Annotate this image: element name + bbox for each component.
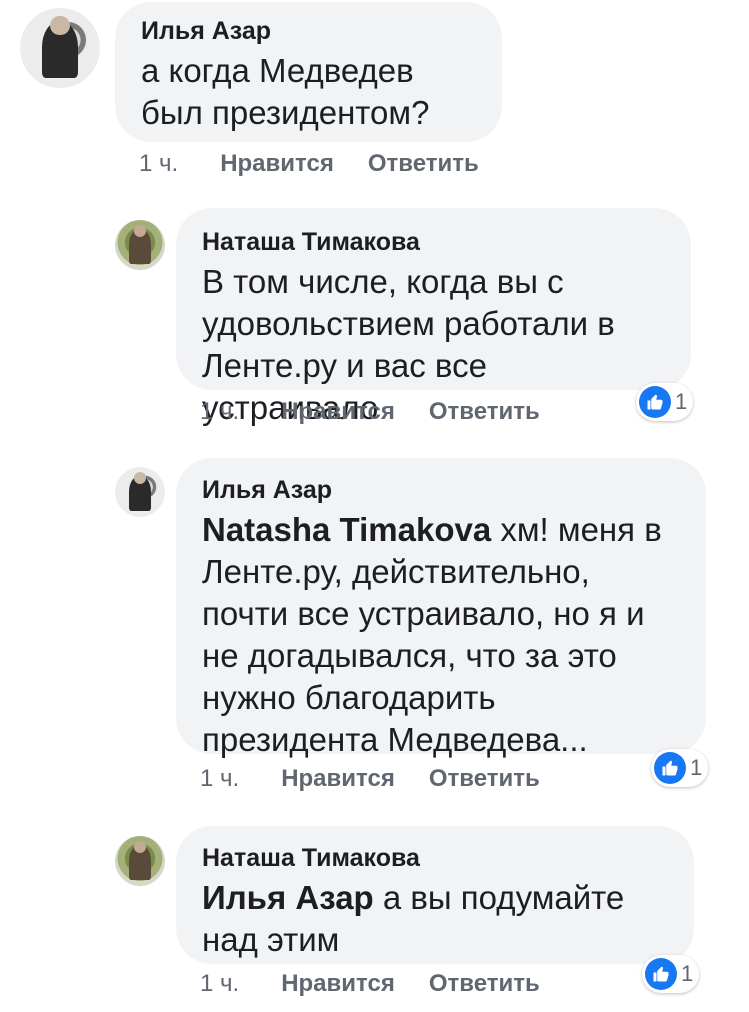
mention-link[interactable]: Natasha Timakova xyxy=(202,511,491,548)
comment-author[interactable]: Наташа Тимакова xyxy=(202,844,668,873)
like-button[interactable]: Нравится xyxy=(281,765,395,792)
reply-button[interactable]: Ответить xyxy=(429,398,540,425)
reaction-count: 1 xyxy=(690,755,703,780)
reaction-count-badge[interactable]: 1 xyxy=(651,749,709,787)
comment-text: Илья Азар а вы подумайте над этим xyxy=(202,879,625,958)
comment-actions: 1 ч. Нравится Ответить xyxy=(200,970,574,998)
like-button[interactable]: Нравится xyxy=(220,150,334,177)
comment-author[interactable]: Илья Азар xyxy=(141,17,476,46)
comment-text: а когда Медведев был президентом? xyxy=(141,52,430,131)
comment-text: Natasha Timakova хм! меня в Ленте.ру, де… xyxy=(202,511,662,758)
comment-timestamp[interactable]: 1 ч. xyxy=(200,970,239,997)
reply-button[interactable]: Ответить xyxy=(429,970,540,997)
comment-author[interactable]: Илья Азар xyxy=(202,476,680,505)
like-button[interactable]: Нравится xyxy=(281,398,395,425)
comment-actions: 1 ч. Нравится Ответить xyxy=(139,150,513,178)
avatar[interactable] xyxy=(20,8,100,88)
mention-link[interactable]: Илья Азар xyxy=(202,879,374,916)
comment-actions: 1 ч. Нравится Ответить xyxy=(200,765,574,793)
comment-actions: 1 ч. Нравится Ответить xyxy=(200,398,574,426)
comment-bubble: Илья Азар Natasha Timakova хм! меня в Ле… xyxy=(176,458,706,758)
thumbs-up-icon xyxy=(645,958,677,990)
reaction-count-badge[interactable]: 1 xyxy=(642,955,700,993)
comment-timestamp[interactable]: 1 ч. xyxy=(139,150,178,177)
avatar[interactable] xyxy=(115,467,165,517)
comment-timestamp[interactable]: 1 ч. xyxy=(200,398,239,425)
avatar[interactable] xyxy=(115,836,165,886)
reaction-count-badge[interactable]: 1 xyxy=(636,383,694,421)
reply-button[interactable]: Ответить xyxy=(368,150,479,177)
reply-button[interactable]: Ответить xyxy=(429,765,540,792)
comment-timestamp[interactable]: 1 ч. xyxy=(200,765,239,792)
thumbs-up-icon xyxy=(654,752,686,784)
comment-author[interactable]: Наташа Тимакова xyxy=(202,228,665,257)
thumbs-up-icon xyxy=(639,386,671,418)
like-button[interactable]: Нравится xyxy=(281,970,395,997)
reaction-count: 1 xyxy=(681,961,694,986)
reaction-count: 1 xyxy=(675,389,688,414)
comment-bubble: Илья Азар а когда Медведев был президент… xyxy=(115,2,502,142)
comment-bubble: Наташа Тимакова Илья Азар а вы подумайте… xyxy=(176,826,694,964)
avatar[interactable] xyxy=(115,220,165,270)
comment-bubble: Наташа Тимакова В том числе, когда вы с … xyxy=(176,208,691,426)
